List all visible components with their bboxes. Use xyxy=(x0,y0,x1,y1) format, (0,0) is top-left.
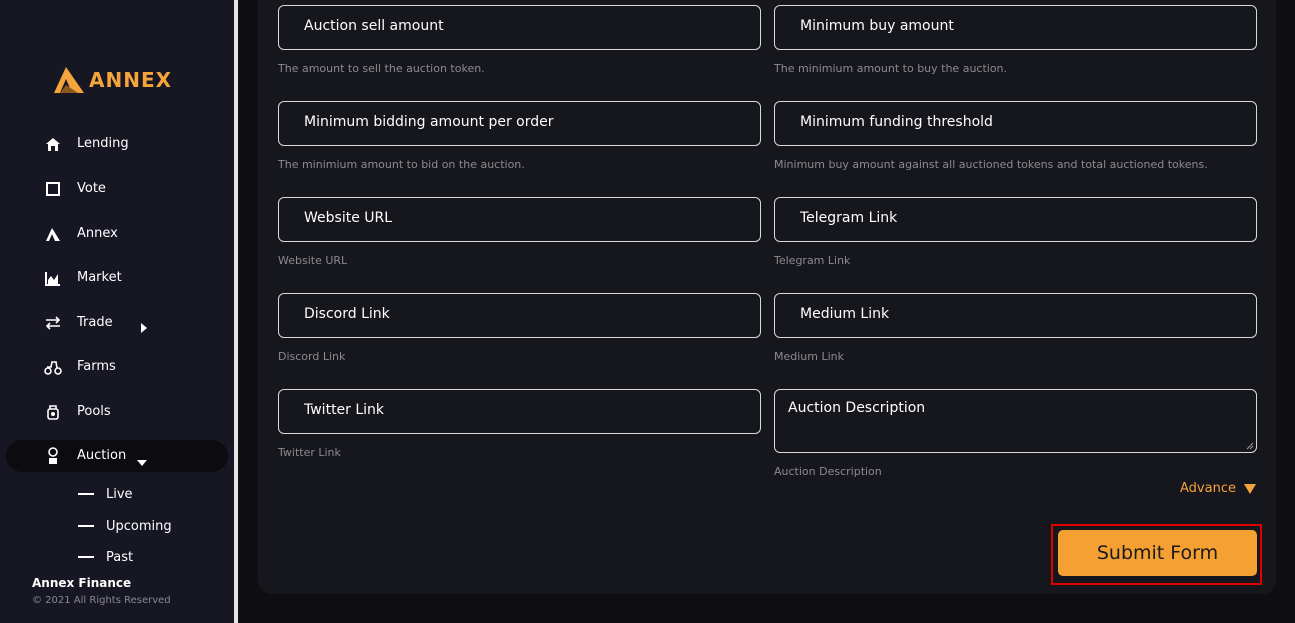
field-placeholder: Website URL xyxy=(304,210,393,226)
field-hint: The minimium amount to bid on the auctio… xyxy=(278,158,525,171)
caret-down-icon xyxy=(137,452,147,471)
submit-form-button[interactable]: Submit Form xyxy=(1058,530,1257,576)
sidebar-item-vote[interactable]: Vote xyxy=(6,173,228,205)
sidebar-subitem-upcoming[interactable]: Upcoming xyxy=(78,516,172,536)
sidebar-item-farms[interactable]: Farms xyxy=(6,351,228,383)
footer-brand: Annex Finance xyxy=(32,576,132,590)
sidebar-item-lending[interactable]: Lending xyxy=(6,128,228,160)
sidebar-subitem-label: Live xyxy=(106,486,133,502)
dash-icon xyxy=(78,556,94,558)
sidebar-subitem-label: Upcoming xyxy=(106,518,172,534)
medium-link-input[interactable]: Medium Link xyxy=(774,293,1257,338)
minimum-buy-amount-input[interactable]: Minimum buy amount xyxy=(774,5,1257,50)
sidebar-item-trade[interactable]: Trade xyxy=(6,307,228,339)
footer-copyright: © 2021 All Rights Reserved xyxy=(32,595,171,606)
chart-icon xyxy=(44,270,62,286)
sidebar-item-label: Pools xyxy=(77,404,111,419)
sidebar-item-market[interactable]: Market xyxy=(6,262,228,294)
field-hint: The minimium amount to buy the auction. xyxy=(774,62,1008,75)
minimum-bidding-amount-input[interactable]: Minimum bidding amount per order xyxy=(278,101,761,146)
field-placeholder: Medium Link xyxy=(800,306,890,322)
field-hint: Website URL xyxy=(278,254,348,267)
resize-handle-icon[interactable] xyxy=(1246,442,1254,450)
minimum-funding-threshold-input[interactable]: Minimum funding threshold xyxy=(774,101,1257,146)
field-placeholder: Twitter Link xyxy=(304,402,385,418)
field-placeholder: Auction Description xyxy=(788,400,926,416)
website-url-input[interactable]: Website URL xyxy=(278,197,761,242)
sidebar-item-pools[interactable]: Pools xyxy=(6,396,228,428)
auction-sell-amount-input[interactable]: Auction sell amount xyxy=(278,5,761,50)
telegram-link-input[interactable]: Telegram Link xyxy=(774,197,1257,242)
field-placeholder: Auction sell amount xyxy=(304,18,444,34)
swap-icon xyxy=(44,315,62,331)
sidebar-item-label: Farms xyxy=(77,359,116,374)
field-placeholder: Minimum bidding amount per order xyxy=(304,114,554,130)
annex-logo[interactable]: ANNEX xyxy=(52,64,192,96)
dash-icon xyxy=(78,525,94,527)
sidebar-item-label: Auction xyxy=(77,448,127,463)
sidebar-item-annex[interactable]: Annex xyxy=(6,218,228,250)
sidebar: ANNEX Lending Vote Annex Market Trade Fa… xyxy=(0,0,234,623)
twitter-link-input[interactable]: Twitter Link xyxy=(278,389,761,434)
auction-icon xyxy=(44,447,62,464)
field-hint: Medium Link xyxy=(774,350,845,363)
logo-text: ANNEX xyxy=(89,68,173,92)
annex-logo-icon xyxy=(44,226,62,242)
field-placeholder: Minimum buy amount xyxy=(800,18,954,34)
pool-icon xyxy=(44,404,62,420)
auction-description-textarea[interactable]: Auction Description xyxy=(774,389,1257,453)
sidebar-item-label: Vote xyxy=(77,181,106,196)
field-hint: The amount to sell the auction token. xyxy=(278,62,485,75)
sidebar-item-label: Trade xyxy=(77,315,113,330)
sidebar-item-label: Market xyxy=(77,270,122,285)
caret-right-icon xyxy=(140,318,148,337)
sidebar-item-label: Annex xyxy=(77,226,118,241)
tractor-icon xyxy=(44,359,62,375)
advance-label: Advance xyxy=(1180,481,1236,496)
field-hint: Telegram Link xyxy=(774,254,851,267)
discord-link-input[interactable]: Discord Link xyxy=(278,293,761,338)
square-icon xyxy=(44,181,62,197)
advance-toggle[interactable]: Advance xyxy=(1180,481,1256,496)
triangle-down-icon xyxy=(1243,483,1256,494)
dash-icon xyxy=(78,493,94,495)
home-icon xyxy=(44,136,62,152)
sidebar-item-label: Lending xyxy=(77,136,129,151)
sidebar-subitem-live[interactable]: Live xyxy=(78,484,133,504)
field-placeholder: Telegram Link xyxy=(800,210,898,226)
field-hint: Minimum buy amount against all auctioned… xyxy=(774,158,1208,171)
sidebar-subitem-past[interactable]: Past xyxy=(78,547,133,567)
field-hint: Discord Link xyxy=(278,350,346,363)
annex-logo-icon xyxy=(54,67,84,93)
field-hint: Auction Description xyxy=(774,465,882,478)
field-placeholder: Discord Link xyxy=(304,306,390,322)
sidebar-subitem-label: Past xyxy=(106,549,134,565)
field-placeholder: Minimum funding threshold xyxy=(800,114,993,130)
sidebar-scrollbar[interactable] xyxy=(234,0,238,623)
sidebar-item-auction[interactable]: Auction xyxy=(6,440,228,472)
field-hint: Twitter Link xyxy=(278,446,341,459)
